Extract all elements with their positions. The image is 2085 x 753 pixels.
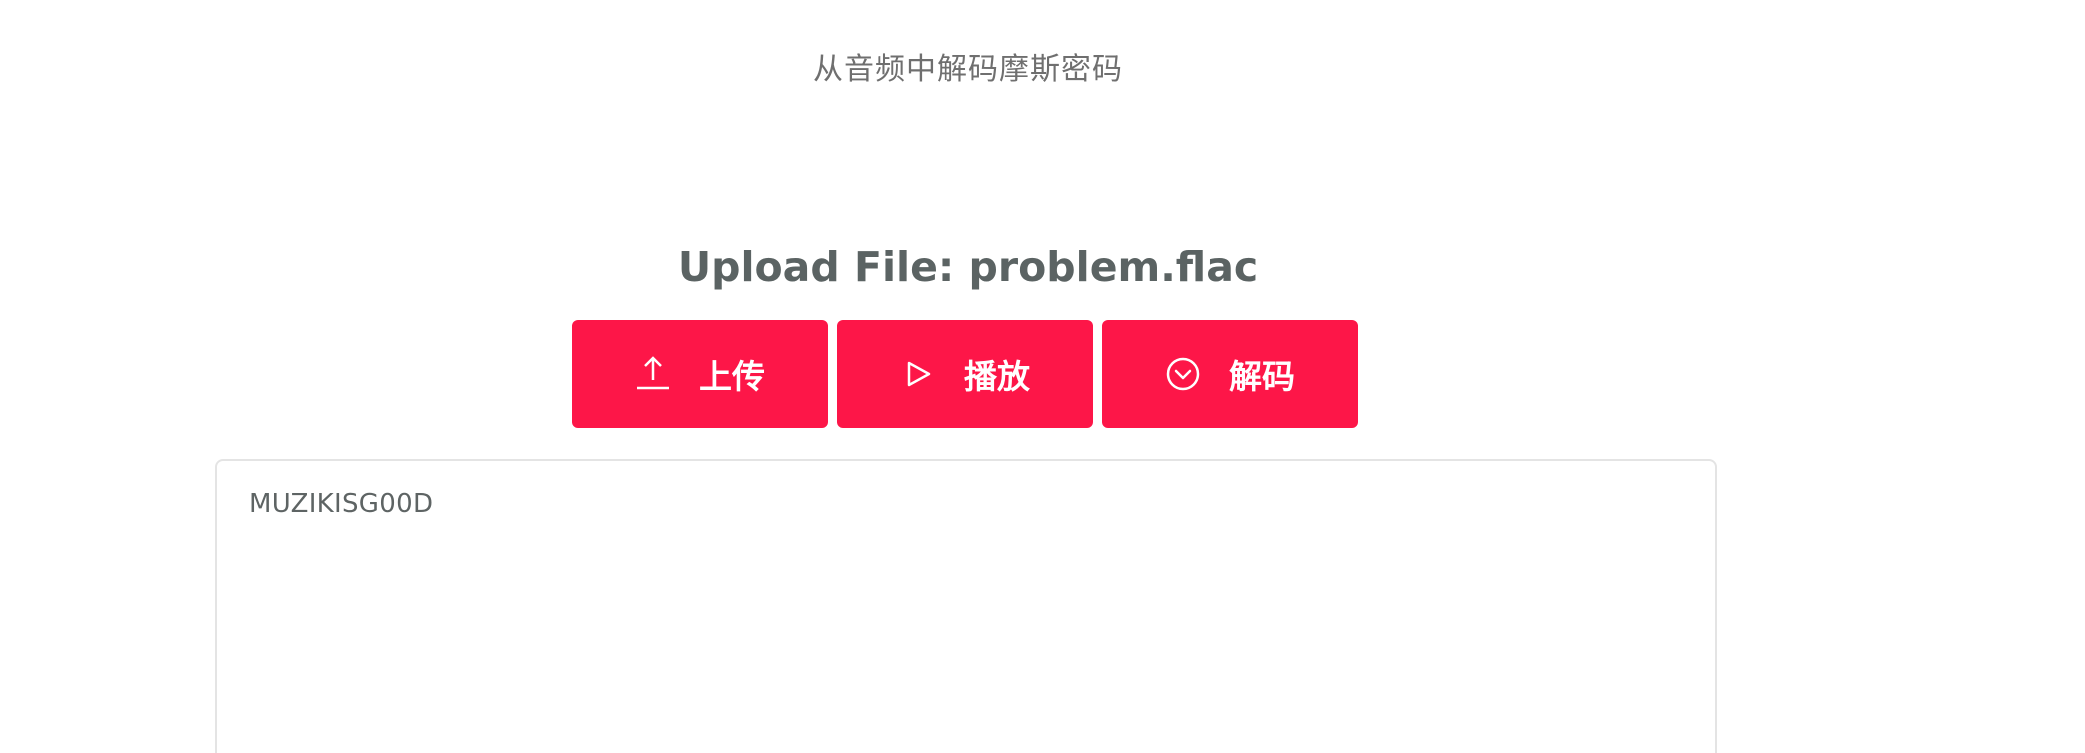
action-button-row: 上传 播放 解码 — [572, 320, 1358, 428]
upload-button-label: 上传 — [699, 357, 765, 396]
upload-file-heading: Upload File: problem.flac — [677, 243, 1259, 291]
decoded-output-text: MUZIKISG00D — [249, 489, 434, 519]
decode-button[interactable]: 解码 — [1102, 320, 1358, 428]
play-button-label: 播放 — [964, 357, 1030, 396]
decoded-output-box[interactable]: MUZIKISG00D — [215, 459, 1717, 753]
play-triangle-icon — [900, 356, 936, 392]
upload-button[interactable]: 上传 — [572, 320, 828, 428]
chevron-circle-down-icon — [1165, 356, 1201, 392]
decode-button-label: 解码 — [1229, 357, 1295, 396]
upload-arrow-icon — [635, 356, 671, 392]
play-button[interactable]: 播放 — [837, 320, 1093, 428]
page-title: 从音频中解码摩斯密码 — [813, 52, 1123, 87]
